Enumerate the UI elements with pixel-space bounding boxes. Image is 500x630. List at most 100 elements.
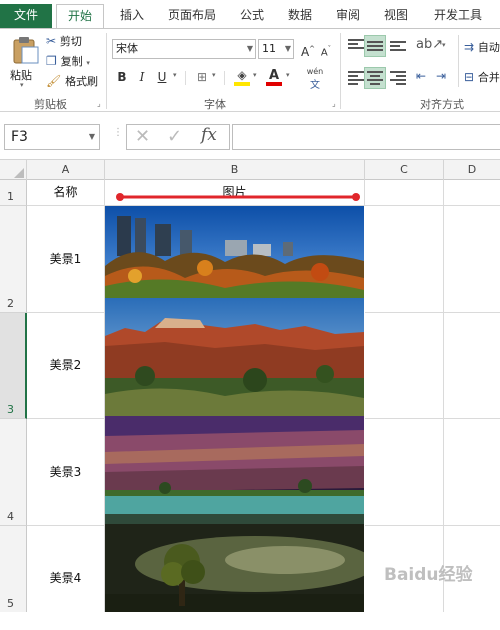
font-color-button[interactable]: A [264, 65, 284, 86]
font-launcher-icon[interactable]: ⌟ [332, 99, 336, 108]
align-left-icon[interactable] [348, 71, 364, 85]
wrap-text-button[interactable]: ⇉ 自动 [464, 39, 500, 57]
cell-d2[interactable] [444, 206, 500, 313]
tab-review[interactable]: 审阅 [328, 4, 368, 28]
column-header-c[interactable]: C [365, 160, 444, 180]
row-number: 1 [7, 190, 14, 203]
row-header-4[interactable]: 4 [0, 419, 27, 526]
orientation-dropdown-icon[interactable]: ▾ [442, 41, 446, 49]
cell-c4[interactable] [365, 419, 444, 526]
insert-function-button[interactable]: fx [201, 125, 217, 145]
font-color-dropdown-icon[interactable]: ▾ [286, 71, 290, 79]
align-bottom-icon[interactable] [390, 41, 406, 53]
row-header-5[interactable]: 5 [0, 526, 27, 612]
tab-formulas[interactable]: 公式 [232, 4, 272, 28]
row-number: 3 [7, 403, 14, 416]
chevron-down-icon: ▼ [88, 132, 95, 141]
merge-icon: ⊟ [464, 70, 475, 84]
font-size-combo[interactable]: 11 ▼ [258, 39, 294, 59]
row-header-2[interactable]: 2 [0, 206, 27, 313]
underline-button[interactable]: U [152, 67, 172, 87]
column-header-b[interactable]: B [105, 160, 365, 180]
align-center-button[interactable] [364, 67, 386, 89]
landscape-image-2[interactable] [105, 298, 364, 416]
landscape-image-4[interactable] [105, 524, 364, 612]
cell-c1[interactable] [365, 180, 444, 206]
phonetic-button[interactable]: wén 文 [300, 67, 330, 91]
font-separator [224, 71, 225, 85]
ribbon-tab-bar: 文件 开始 插入 页面布局 公式 数据 审阅 视图 开发工具 [0, 0, 500, 29]
cell-c2[interactable] [365, 206, 444, 313]
grow-font-button[interactable]: A^ [298, 39, 318, 59]
cell-d4[interactable] [444, 419, 500, 526]
ribbon: 粘贴 ▾ ✂ 剪切 ❐ 复制 ▾ 🖌 格式刷 剪贴板 ⌟ 宋体 ▼ 11 ▼ A… [0, 28, 500, 112]
italic-button[interactable]: I [132, 67, 152, 87]
border-button[interactable]: ⊞ [192, 67, 212, 87]
orientation-icon[interactable]: ab↗ [416, 37, 443, 52]
tab-file[interactable]: 文件 [0, 4, 52, 28]
font-name-combo[interactable]: 宋体 ▼ [112, 39, 256, 59]
cell-a1[interactable]: 名称 [27, 180, 105, 206]
tab-view[interactable]: 视图 [376, 4, 416, 28]
bold-button[interactable]: B [112, 67, 132, 87]
format-painter-label: 格式刷 [65, 75, 99, 88]
cell-a3[interactable]: 美景2 [27, 313, 105, 419]
font-name-value: 宋体 [116, 42, 138, 55]
cell-a2[interactable]: 美景1 [27, 206, 105, 313]
paste-dropdown-icon[interactable]: ▾ [20, 81, 24, 89]
column-header-d[interactable]: D [444, 160, 500, 180]
align-top-icon[interactable] [348, 39, 364, 51]
cell-d3[interactable] [444, 313, 500, 419]
select-all-corner[interactable] [0, 160, 27, 180]
cell-d1[interactable] [444, 180, 500, 206]
cancel-icon[interactable]: ✕ [135, 126, 150, 147]
alignment-group-label: 对齐方式 [420, 98, 464, 111]
wrap-text-label: 自动 [477, 41, 500, 54]
cell-c3[interactable] [365, 313, 444, 419]
tab-data[interactable]: 数据 [280, 4, 320, 28]
enter-icon[interactable]: ✓ [167, 126, 182, 147]
fill-dropdown-icon[interactable]: ▾ [253, 71, 257, 79]
copy-button[interactable]: ❐ 复制 ▾ [46, 53, 104, 69]
row-number: 5 [7, 597, 14, 610]
cut-button[interactable]: ✂ 剪切 [46, 33, 104, 49]
border-dropdown-icon[interactable]: ▾ [212, 71, 216, 79]
tab-page-layout[interactable]: 页面布局 [160, 4, 224, 28]
tab-home[interactable]: 开始 [56, 4, 104, 29]
scissors-icon: ✂ [46, 34, 57, 48]
copy-icon: ❐ [46, 54, 57, 68]
decrease-indent-icon[interactable]: ⇤ [416, 69, 426, 83]
row-header-1[interactable]: 1 [0, 180, 27, 206]
formula-input[interactable] [232, 124, 500, 150]
ribbon-separator [340, 33, 341, 109]
increase-indent-icon[interactable]: ⇥ [436, 69, 446, 83]
tab-insert[interactable]: 插入 [112, 4, 152, 28]
shrink-font-icon: A [320, 47, 328, 59]
tab-developer[interactable]: 开发工具 [426, 4, 490, 28]
column-header-a[interactable]: A [27, 160, 105, 180]
cell-a5[interactable]: 美景4 [27, 526, 105, 612]
clipboard-launcher-icon[interactable]: ⌟ [97, 99, 101, 108]
align-right-icon[interactable] [390, 71, 406, 85]
font-size-value: 11 [262, 42, 276, 55]
format-painter-button[interactable]: 🖌 格式刷 [46, 73, 106, 89]
fill-color-button[interactable]: ◈ [232, 65, 252, 86]
font-group-label: 字体 [204, 98, 226, 111]
landscape-image-3[interactable] [105, 416, 364, 524]
underline-dropdown-icon[interactable]: ▾ [173, 71, 177, 79]
name-box[interactable]: F3 ▼ [4, 124, 100, 150]
align-center-icon [367, 71, 383, 85]
merge-center-button[interactable]: ⊟ 合并 [464, 69, 500, 87]
copy-label: 复制 [60, 55, 83, 68]
copy-dropdown-icon[interactable]: ▾ [86, 59, 90, 67]
align-middle-button[interactable] [364, 35, 386, 57]
row-header-3[interactable]: 3 [0, 313, 27, 419]
landscape-image-1[interactable] [105, 206, 364, 298]
clipboard-group-label: 剪贴板 [34, 98, 67, 111]
cell-a4[interactable]: 美景3 [27, 419, 105, 526]
font-color-swatch [266, 82, 282, 86]
shrink-font-button[interactable]: Aˇ [316, 39, 336, 59]
select-all-icon [14, 168, 24, 178]
column-headers: A B C D [0, 160, 500, 180]
paste-button[interactable]: 粘贴 ▾ [8, 33, 42, 91]
